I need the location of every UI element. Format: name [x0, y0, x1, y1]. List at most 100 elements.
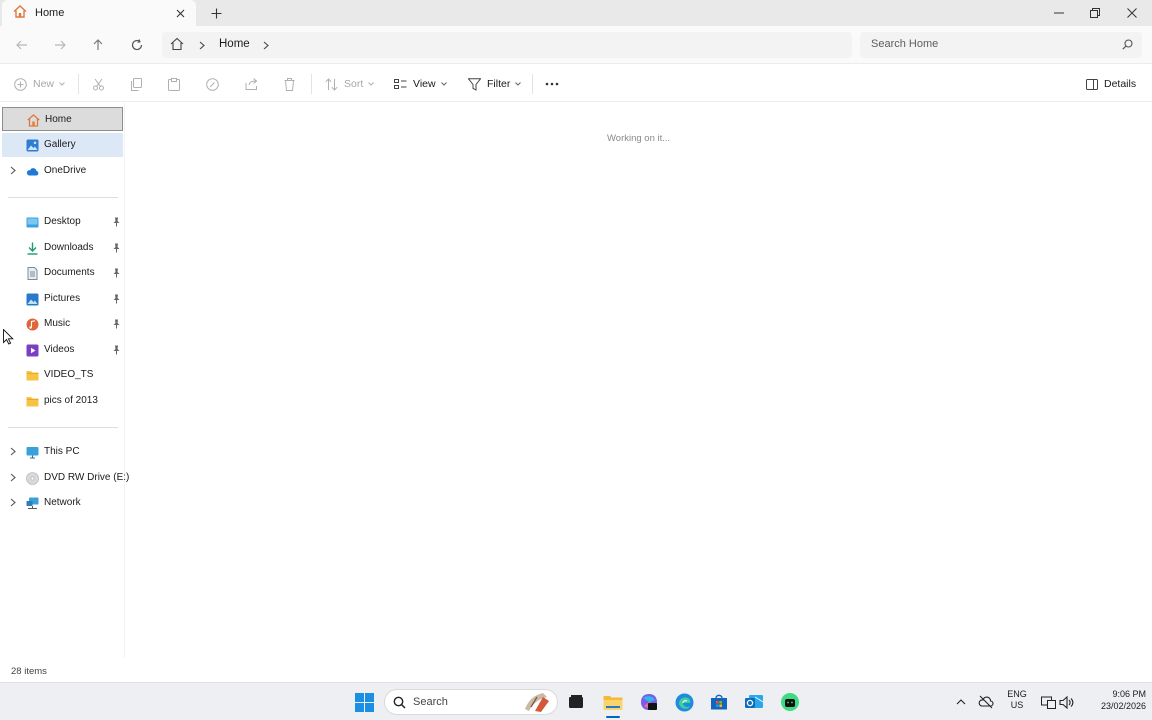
forward-button[interactable]	[49, 35, 71, 55]
share-button[interactable]	[245, 75, 258, 93]
sidebar-item-home[interactable]: Home	[2, 107, 123, 131]
filter-label: Filter	[487, 78, 511, 90]
search-input[interactable]: Search Home	[860, 32, 1142, 58]
details-button[interactable]: Details	[1086, 75, 1136, 93]
view-icon	[394, 78, 407, 89]
copy-icon	[131, 77, 142, 91]
sidebar-item-gallery[interactable]: Gallery	[2, 133, 123, 157]
details-pane-icon	[1086, 78, 1098, 90]
sidebar-item-label: Documents	[44, 267, 95, 278]
chevron-right-icon[interactable]	[261, 39, 271, 51]
edge-browser-icon	[675, 693, 693, 711]
android-app-taskbar-button[interactable]	[778, 690, 802, 714]
more-options-button[interactable]	[545, 75, 559, 93]
home-icon[interactable]	[170, 37, 184, 54]
chevron-right-icon[interactable]	[10, 447, 16, 456]
network-status-button[interactable]	[1040, 694, 1056, 710]
file-explorer-icon	[603, 695, 623, 710]
sidebar-item-pics-of-2013[interactable]: pics of 2013	[2, 389, 123, 413]
chevron-right-icon[interactable]	[10, 473, 16, 482]
close-tab-icon[interactable]	[173, 6, 187, 20]
task-view-button[interactable]	[564, 690, 588, 714]
sidebar-item-pictures[interactable]: Pictures	[2, 287, 123, 311]
sidebar-item-desktop[interactable]: Desktop	[2, 210, 123, 234]
home-icon	[13, 5, 27, 21]
chevron-right-icon[interactable]	[10, 498, 16, 507]
tab-home[interactable]: Home	[2, 0, 196, 26]
store-taskbar-button[interactable]	[707, 690, 731, 714]
taskbar-search-label: Search	[413, 696, 448, 708]
sidebar-item-documents[interactable]: Documents	[2, 261, 123, 285]
loading-status: Working on it...	[607, 133, 671, 144]
sidebar-item-video-ts[interactable]: VIDEO_TS	[2, 363, 123, 387]
command-bar: New Sort View Filter Details	[0, 65, 1152, 102]
search-highlight-icon	[525, 693, 549, 712]
home-icon	[27, 114, 40, 127]
sidebar-item-label: This PC	[44, 446, 80, 457]
edge-taskbar-button[interactable]	[672, 690, 696, 714]
sidebar-item-label: Home	[45, 114, 72, 125]
rename-icon	[206, 77, 219, 91]
sidebar-item-network[interactable]: Network	[2, 491, 123, 515]
paste-button[interactable]	[168, 75, 180, 93]
pin-icon[interactable]	[112, 294, 121, 304]
close-window-button[interactable]	[1114, 0, 1150, 26]
volume-button[interactable]	[1059, 694, 1075, 710]
clock-button[interactable]: 9:06 PM 23/02/2026	[1082, 689, 1146, 711]
sidebar-item-dvd-drive[interactable]: DVD RW Drive (E:)	[2, 466, 129, 490]
gallery-icon	[26, 139, 39, 152]
sidebar-item-videos[interactable]: Videos	[2, 338, 123, 362]
pin-icon[interactable]	[112, 345, 121, 355]
sidebar-item-label: Music	[44, 318, 71, 329]
filter-button[interactable]: Filter	[468, 75, 522, 93]
address-bar[interactable]: Home	[162, 32, 852, 58]
refresh-button[interactable]	[126, 35, 148, 55]
delete-button[interactable]	[284, 75, 295, 93]
up-button[interactable]	[87, 35, 109, 55]
speaker-icon	[1059, 695, 1074, 709]
sidebar-item-downloads[interactable]: Downloads	[2, 236, 123, 260]
search-icon[interactable]	[1122, 39, 1133, 53]
new-tab-button[interactable]	[207, 5, 225, 21]
restore-button[interactable]	[1077, 0, 1113, 26]
divider	[8, 427, 118, 428]
taskbar-search[interactable]: Search	[384, 689, 558, 715]
file-explorer-taskbar-button[interactable]	[601, 690, 625, 714]
pin-icon[interactable]	[112, 319, 121, 329]
new-button[interactable]: New	[14, 75, 65, 93]
input-language-button[interactable]: ENG US	[1003, 689, 1031, 710]
view-button[interactable]: View	[394, 75, 447, 93]
onedrive-status-button[interactable]	[978, 694, 994, 710]
sidebar-item-this-pc[interactable]: This PC	[2, 440, 123, 464]
disc-icon	[26, 472, 39, 485]
language-code: ENG	[1007, 689, 1027, 699]
pin-icon[interactable]	[112, 268, 121, 278]
sidebar-item-onedrive[interactable]: OneDrive	[2, 159, 123, 183]
status-bar: 28 items	[0, 658, 1152, 682]
divider	[8, 197, 118, 198]
chevron-right-icon[interactable]	[10, 166, 16, 175]
sidebar-item-label: Downloads	[44, 242, 94, 253]
breadcrumb-home[interactable]: Home	[219, 38, 250, 50]
copilot-taskbar-button[interactable]	[637, 690, 661, 714]
address-row: Home Search Home	[0, 26, 1152, 64]
desktop-icon	[26, 217, 39, 228]
copy-button[interactable]	[130, 75, 142, 93]
sidebar-item-label: Network	[44, 497, 81, 508]
pin-icon[interactable]	[112, 243, 121, 253]
sort-button[interactable]: Sort	[325, 75, 375, 93]
back-button[interactable]	[11, 35, 33, 55]
cut-button[interactable]	[92, 75, 105, 93]
start-button[interactable]	[352, 690, 376, 714]
outlook-taskbar-button[interactable]	[742, 690, 766, 714]
chevron-up-icon	[956, 699, 966, 705]
chevron-right-icon[interactable]	[197, 39, 207, 51]
sidebar-item-label: Videos	[44, 344, 75, 355]
sidebar-item-music[interactable]: Music	[2, 312, 123, 336]
title-bar: Home	[0, 0, 1152, 26]
show-hidden-icons-button[interactable]	[953, 694, 969, 710]
minimize-button[interactable]	[1041, 0, 1077, 26]
pin-icon[interactable]	[112, 217, 121, 227]
rename-button[interactable]	[206, 75, 219, 93]
tab-title: Home	[35, 7, 65, 19]
